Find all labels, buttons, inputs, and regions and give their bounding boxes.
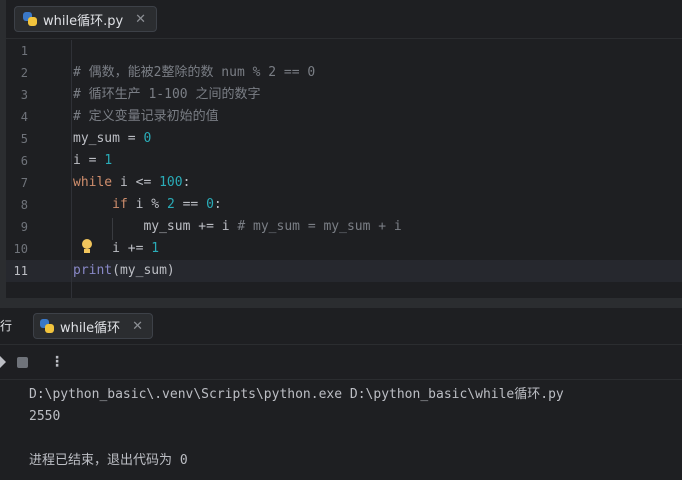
rerun-icon[interactable]: [0, 356, 6, 368]
code-token: my_sum =: [73, 131, 144, 146]
code-token: # 循环生产 1-100 之间的数字: [73, 87, 261, 102]
line-number[interactable]: 2: [6, 66, 28, 80]
run-tab-label: while循环: [60, 320, 121, 336]
more-options-icon[interactable]: ⋮: [50, 354, 64, 370]
console-line: 2550: [29, 409, 61, 424]
code-token: 0: [206, 197, 214, 212]
close-icon[interactable]: ✕: [132, 319, 143, 334]
line-number[interactable]: 5: [6, 132, 28, 146]
run-header: 行 while循环 ✕: [0, 308, 682, 345]
code-line[interactable]: my_sum = 0: [73, 128, 682, 150]
line-number[interactable]: 3: [6, 88, 28, 102]
code-token: i <=: [112, 175, 160, 190]
close-icon[interactable]: ✕: [135, 12, 146, 27]
code-token: (my_sum): [112, 263, 175, 278]
code-token: 2: [166, 197, 175, 212]
code-token: # my_sum = my_sum + i: [237, 219, 402, 234]
run-tool-window: 行 while循环 ✕ ⋮ D:\python_basic\.venv\Scri…: [0, 308, 682, 480]
code-line[interactable]: i = 1: [73, 150, 682, 172]
code-line[interactable]: # 定义变量记录初始的值: [73, 106, 682, 128]
console-output[interactable]: D:\python_basic\.venv\Scripts\python.exe…: [29, 384, 564, 472]
editor-pane: while循环.py ✕ 1 2 3 4 5 6 7 8 9 10 11 # 偶数，能被2整除的数 …: [0, 0, 682, 298]
code-token: my_sum += i: [143, 219, 238, 234]
code-token: print: [73, 263, 113, 278]
run-title: 行: [0, 319, 13, 333]
code-token: :: [182, 175, 191, 190]
code-line[interactable]: [73, 40, 682, 62]
line-number[interactable]: 8: [6, 198, 28, 212]
code-line[interactable]: i += 1: [73, 238, 682, 260]
code-token: ==: [174, 197, 207, 212]
run-tab-while[interactable]: while循环 ✕: [33, 313, 153, 339]
line-number[interactable]: 10: [6, 242, 28, 256]
line-number[interactable]: 4: [6, 110, 28, 124]
python-file-icon: [40, 319, 54, 333]
indent-guide: [71, 40, 72, 298]
editor-tab-while-py[interactable]: while循环.py ✕: [14, 6, 158, 32]
code-token: if: [112, 197, 128, 212]
line-number[interactable]: 11: [6, 264, 28, 278]
code-token: :: [213, 197, 222, 212]
code-token: i %: [127, 197, 167, 212]
code-token: 100: [159, 175, 183, 190]
code-token: 1: [151, 241, 160, 256]
code-token: i +=: [112, 241, 152, 256]
console-line: 进程已结束，退出代码为 0: [29, 453, 188, 468]
line-number[interactable]: 7: [6, 176, 28, 190]
stop-icon[interactable]: [17, 357, 28, 368]
code-line[interactable]: if i % 2 == 0:: [73, 194, 682, 216]
line-number[interactable]: 6: [6, 154, 28, 168]
line-number[interactable]: 9: [6, 220, 28, 234]
code-line[interactable]: while i <= 100:: [73, 172, 682, 194]
code-token: # 偶数，能被2整除的数 num % 2 == 0: [73, 65, 316, 80]
code-token: 1: [104, 153, 113, 168]
code-line[interactable]: my_sum += i # my_sum = my_sum + i: [73, 216, 682, 238]
run-toolbar: ⋮: [0, 345, 682, 380]
editor-tab-label: while循环.py: [43, 13, 124, 29]
python-file-icon: [23, 12, 37, 26]
code-token: while: [73, 175, 113, 190]
code-line[interactable]: print(my_sum): [73, 260, 682, 282]
pane-splitter[interactable]: [0, 298, 682, 308]
code-token: # 定义变量记录初始的值: [73, 109, 219, 124]
console-line: D:\python_basic\.venv\Scripts\python.exe…: [29, 387, 564, 402]
code-line[interactable]: # 偶数，能被2整除的数 num % 2 == 0: [73, 62, 682, 84]
editor-tabbar: while循环.py ✕: [6, 0, 682, 39]
lightbulb-icon[interactable]: [80, 239, 94, 255]
line-number[interactable]: 1: [6, 44, 28, 58]
code-token: 0: [143, 131, 152, 146]
code-token: i =: [73, 153, 105, 168]
code-line[interactable]: # 循环生产 1-100 之间的数字: [73, 84, 682, 106]
